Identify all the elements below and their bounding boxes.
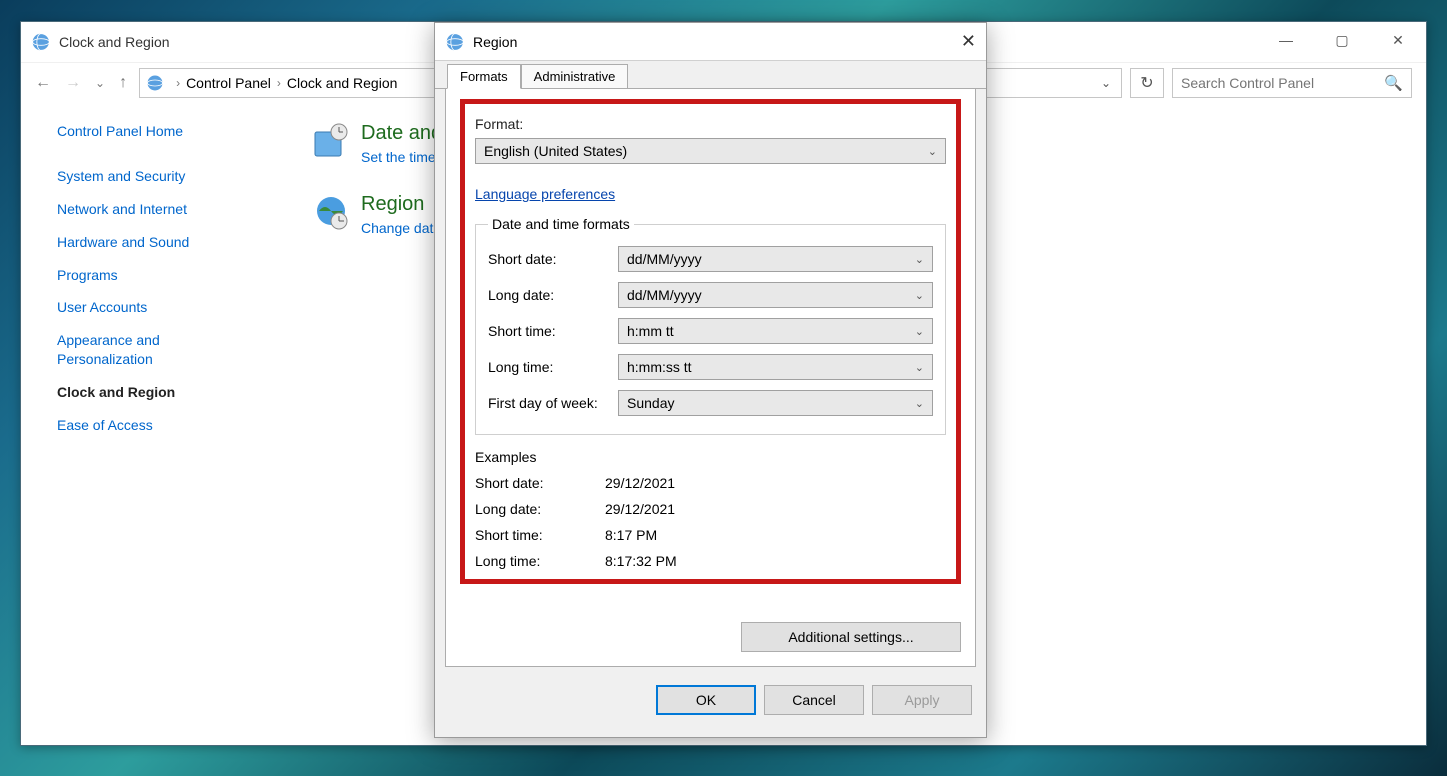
ex-short-time-value: 8:17 PM bbox=[605, 527, 657, 543]
breadcrumb-item[interactable]: Control Panel bbox=[186, 75, 271, 91]
ex-long-date-label: Long date: bbox=[475, 501, 605, 517]
ex-short-time-label: Short time: bbox=[475, 527, 605, 543]
tabs: Formats Administrative bbox=[435, 61, 986, 89]
highlighted-region: Format: English (United States) ⌄ Langua… bbox=[460, 99, 961, 584]
search-input[interactable] bbox=[1181, 75, 1384, 91]
chevron-down-icon[interactable]: ⌄ bbox=[1091, 76, 1121, 90]
ok-button[interactable]: OK bbox=[656, 685, 756, 715]
sidebar-item-clock-region[interactable]: Clock and Region bbox=[57, 383, 281, 402]
chevron-right-icon: › bbox=[277, 76, 281, 90]
tab-content: Format: English (United States) ⌄ Langua… bbox=[445, 89, 976, 667]
format-combo[interactable]: English (United States) ⌄ bbox=[475, 138, 946, 164]
format-label: Format: bbox=[475, 116, 946, 132]
sidebar: Control Panel Home System and Security N… bbox=[21, 122, 281, 449]
short-date-label: Short date: bbox=[488, 251, 618, 267]
sidebar-item-system[interactable]: System and Security bbox=[57, 167, 281, 186]
minimize-button[interactable]: — bbox=[1258, 22, 1314, 58]
dialog-title-bar: Region ✕ bbox=[435, 23, 986, 61]
search-box[interactable]: 🔍 bbox=[1172, 68, 1412, 98]
window-title: Clock and Region bbox=[59, 34, 170, 50]
main-content: Date and Set the time Region Change date bbox=[281, 122, 442, 449]
examples-heading: Examples bbox=[475, 449, 946, 465]
breadcrumb-item[interactable]: Clock and Region bbox=[287, 75, 398, 91]
ex-long-date-value: 29/12/2021 bbox=[605, 501, 675, 517]
long-time-label: Long time: bbox=[488, 359, 618, 375]
long-date-label: Long date: bbox=[488, 287, 618, 303]
region-globe-icon bbox=[311, 193, 351, 233]
ex-short-date-value: 29/12/2021 bbox=[605, 475, 675, 491]
ex-short-date-label: Short date: bbox=[475, 475, 605, 491]
dt-legend: Date and time formats bbox=[488, 216, 634, 232]
chevron-down-icon: ⌄ bbox=[915, 289, 924, 302]
region-dialog: Region ✕ Formats Administrative Format: … bbox=[434, 22, 987, 738]
maximize-button[interactable]: ▢ bbox=[1314, 22, 1370, 58]
chevron-down-icon: ⌄ bbox=[915, 253, 924, 266]
first-day-label: First day of week: bbox=[488, 395, 618, 411]
history-chevron-icon[interactable]: ⌄ bbox=[95, 76, 105, 90]
forward-icon[interactable]: → bbox=[65, 74, 81, 92]
close-button[interactable]: ✕ bbox=[1370, 22, 1426, 58]
short-date-combo[interactable]: dd/MM/yyyy⌄ bbox=[618, 246, 933, 272]
sidebar-item-users[interactable]: User Accounts bbox=[57, 298, 281, 317]
category-region-title[interactable]: Region bbox=[361, 193, 441, 216]
dialog-title: Region bbox=[473, 34, 517, 50]
tab-formats[interactable]: Formats bbox=[447, 64, 521, 89]
refresh-button[interactable]: ↻ bbox=[1130, 68, 1164, 98]
dialog-close-button[interactable]: ✕ bbox=[961, 31, 976, 52]
category-datetime-title[interactable]: Date and bbox=[361, 122, 442, 145]
search-icon[interactable]: 🔍 bbox=[1384, 74, 1403, 92]
sidebar-item-programs[interactable]: Programs bbox=[57, 266, 281, 285]
up-icon[interactable]: ↑ bbox=[119, 74, 127, 92]
region-icon bbox=[31, 32, 51, 52]
sidebar-item-home[interactable]: Control Panel Home bbox=[57, 122, 281, 141]
date-time-formats-group: Date and time formats Short date: dd/MM/… bbox=[475, 216, 946, 435]
back-icon[interactable]: ← bbox=[35, 74, 51, 92]
long-date-combo[interactable]: dd/MM/yyyy⌄ bbox=[618, 282, 933, 308]
long-time-combo[interactable]: h:mm:ss tt⌄ bbox=[618, 354, 933, 380]
chevron-down-icon: ⌄ bbox=[915, 325, 924, 338]
short-time-combo[interactable]: h:mm tt⌄ bbox=[618, 318, 933, 344]
sidebar-item-network[interactable]: Network and Internet bbox=[57, 200, 281, 219]
chevron-down-icon: ⌄ bbox=[915, 397, 924, 410]
cancel-button[interactable]: Cancel bbox=[764, 685, 864, 715]
chevron-right-icon: › bbox=[176, 76, 180, 90]
short-time-label: Short time: bbox=[488, 323, 618, 339]
ex-long-time-value: 8:17:32 PM bbox=[605, 553, 677, 569]
sidebar-item-ease[interactable]: Ease of Access bbox=[57, 416, 281, 435]
chevron-down-icon: ⌄ bbox=[928, 145, 937, 158]
format-value: English (United States) bbox=[484, 143, 627, 159]
additional-settings-button[interactable]: Additional settings... bbox=[741, 622, 961, 652]
breadcrumb-icon bbox=[146, 74, 164, 92]
sidebar-item-hardware[interactable]: Hardware and Sound bbox=[57, 233, 281, 252]
sidebar-item-appearance[interactable]: Appearance and Personalization bbox=[57, 331, 217, 369]
datetime-icon bbox=[311, 122, 351, 162]
chevron-down-icon: ⌄ bbox=[915, 361, 924, 374]
region-icon bbox=[445, 32, 465, 52]
tab-administrative[interactable]: Administrative bbox=[521, 64, 629, 89]
category-datetime-link[interactable]: Set the time bbox=[361, 149, 442, 165]
ex-long-time-label: Long time: bbox=[475, 553, 605, 569]
first-day-combo[interactable]: Sunday⌄ bbox=[618, 390, 933, 416]
category-region-link[interactable]: Change date bbox=[361, 220, 441, 236]
language-preferences-link[interactable]: Language preferences bbox=[475, 186, 615, 202]
apply-button[interactable]: Apply bbox=[872, 685, 972, 715]
